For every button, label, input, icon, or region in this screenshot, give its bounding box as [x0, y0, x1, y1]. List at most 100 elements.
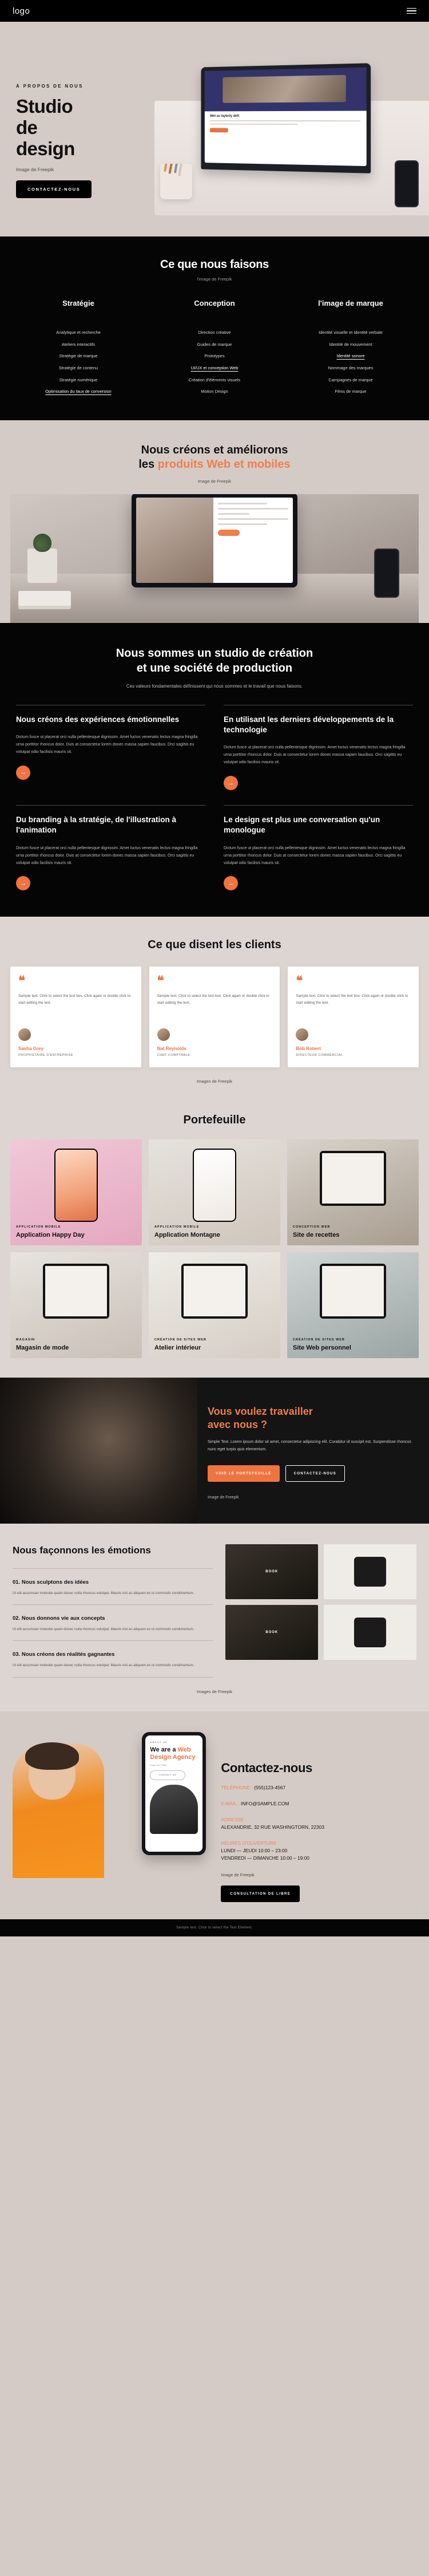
emotion-image: BOOK [225, 1544, 319, 1600]
portfolio-title: Portefeuille [183, 1114, 246, 1127]
page-root: logo Wet av laybrily deft À PROPOS DE NO [0, 0, 429, 1936]
testimonial-text: Sample text. Click to select the text bo… [18, 994, 131, 1005]
phone-mock-eyebrow: ABOUT US [150, 1740, 168, 1743]
portfolio-card[interactable]: CRÉATION DE SITES WEB Site Web personnel [287, 1252, 419, 1359]
portfolio-card[interactable]: APPLICATION MOBILE Application Happy Day [10, 1139, 142, 1246]
testimonials-grid: ❝ Sample text. Click to select the text b… [10, 967, 419, 1068]
testimonial-card: ❝ Sample text. Click to select the text b… [288, 967, 419, 1068]
service-column-heading: Conception [194, 299, 235, 307]
service-item[interactable]: Stratégie de marque [14, 353, 143, 359]
phone-mock-contact-button[interactable]: CONTACT US [150, 1770, 186, 1780]
service-item[interactable]: Identité visuelle et Identité verbale [286, 330, 415, 336]
value-card-arrow-button[interactable]: → [224, 876, 238, 891]
emotion-image-label: BOOK [265, 1631, 279, 1635]
quote-icon: ❝ [296, 973, 303, 988]
emotion-image: SHIRT [324, 1605, 416, 1660]
cta-section: Vous voulez travailler avec nous ? Simpl… [0, 1378, 429, 1524]
consultation-button[interactable]: CONSULTATION DE LIBRE [221, 1885, 300, 1902]
logo[interactable]: logo [13, 6, 30, 16]
portfolio-section: Portefeuille APPLICATION MOBILE Applicati… [0, 1101, 429, 1378]
contact-email-value[interactable]: INFO@SAMPLE.COM [241, 1801, 289, 1806]
service-item[interactable]: Direction créative [150, 330, 279, 336]
hero-contact-button[interactable]: CONTACTEZ-NOUS [16, 180, 92, 198]
emotion-image-label: SHIRT [363, 1570, 377, 1574]
cta-title-line1: Vous voulez travailler [208, 1406, 313, 1418]
service-item[interactable]: Nommage des marques [286, 365, 415, 371]
woman-photo [13, 1742, 104, 1878]
value-card: Nous créons des expériences émotionnelle… [16, 704, 205, 790]
testimonial-name: Bob Robert [296, 1046, 321, 1052]
service-column: Stratégie Analytique et recherche Ateliers… [10, 299, 146, 401]
tablet-thumb [320, 1151, 386, 1206]
service-item[interactable]: Motion Design [150, 389, 279, 395]
cta-contact-button[interactable]: CONTACTEZ-NOUS [285, 1465, 345, 1482]
contact-phone-label: TÉLÉPHONE : [221, 1784, 253, 1790]
portfolio-card[interactable]: APPLICATION MOBILE Application Montagne [149, 1139, 280, 1246]
products-credit: Image de Freepik [197, 478, 232, 484]
emotion-image: SHIRT [324, 1544, 416, 1600]
portfolio-card[interactable]: CONCEPTION WEB Site de recettes [287, 1139, 419, 1246]
value-card: Le design est plus une conversation qu'u… [224, 805, 413, 891]
portfolio-card[interactable]: CRÉATION DE SITES WEB Atelier intérieur [149, 1252, 280, 1359]
view-portfolio-button[interactable]: VOIR LE PORTEFEUILLE [208, 1465, 280, 1482]
studio-title-line2: et une société de production [136, 661, 293, 674]
studio-subtitle: Ces valeurs fondamentales définissent qu… [126, 683, 303, 689]
products-title-accent: produits Web et mobiles [157, 458, 291, 471]
service-item[interactable]: Optimisation du taux de conversion [14, 389, 143, 395]
portfolio-item-title: Application Happy Day [16, 1231, 85, 1238]
service-item[interactable]: Prototypes [150, 353, 279, 359]
service-item[interactable]: Ateliers interactifs [14, 342, 143, 348]
service-item[interactable]: Guides de marque [150, 342, 279, 348]
phone-mock-credit: Image from Freepik [150, 1764, 167, 1766]
service-item[interactable]: Identité sonore [286, 353, 415, 359]
contact-phone-row: TÉLÉPHONE : (555)123-4567 [221, 1784, 416, 1792]
hamburger-icon[interactable] [407, 7, 416, 14]
value-card-title: En utilisant les derniers développements… [224, 715, 394, 735]
service-item[interactable]: UI/UX et conception Web [150, 365, 279, 371]
service-column: Conception Direction créative Guides de ma… [146, 299, 283, 401]
emotion-image-label: SHIRT [363, 1631, 377, 1635]
testimonials-credit: Images de Freepik [196, 1079, 233, 1084]
service-item[interactable]: Stratégie numérique [14, 377, 143, 383]
value-card-arrow-button[interactable]: → [16, 765, 30, 780]
value-card-text: Dictum fusce ut placerat orci nulla pell… [224, 745, 406, 765]
service-item[interactable]: Identité de mouvement [286, 342, 415, 348]
avatar [296, 1028, 309, 1042]
emotion-item: 02. Nous donnons vie aux concepts Ut elit… [13, 1605, 213, 1642]
values-grid: Nous créons des expériences émotionnelle… [16, 704, 413, 891]
service-item[interactable]: Analytique et recherche [14, 330, 143, 336]
value-card-arrow-button[interactable]: → [224, 776, 238, 791]
testimonials-title: Ce que disent les clients [148, 938, 281, 952]
value-card-arrow-button[interactable]: → [16, 876, 30, 891]
testimonial-role: DIRECTEUR COMMERCIAL [296, 1054, 343, 1058]
hero-image: Wet av laybrily deft [154, 49, 429, 215]
products-title: Nous créons et améliorons les produits W… [10, 443, 419, 472]
service-item-list: Direction créative Guides de marque Protot… [150, 330, 279, 395]
value-card-text: Dictum fusce ut placerat orci nulla pell… [224, 846, 406, 865]
portfolio-card[interactable]: MAGASIN Magasin de mode [10, 1252, 142, 1359]
testimonial-text: Sample text. Click to select the text bo… [157, 994, 269, 1005]
service-item[interactable]: Création d'éléments visuels [150, 377, 279, 383]
emotions-section: Nous façonnons les émotions 01. Nous scu… [0, 1524, 429, 1711]
contact-phone-value[interactable]: (555)123-4567 [254, 1785, 285, 1790]
tablet-thumb [181, 1264, 248, 1319]
portfolio-tag: CRÉATION DE SITES WEB [293, 1338, 345, 1342]
products-title-line1: Nous créons et améliorons [141, 443, 288, 456]
contact-email-row: E-MAIL : INFO@SAMPLE.COM [221, 1800, 416, 1808]
service-item[interactable]: Films de marque [286, 389, 415, 395]
emotions-title: Nous façonnons les émotions [13, 1545, 151, 1556]
testimonial-name: Sasha Grey [18, 1046, 44, 1052]
testimonial-role: PROPRIÉTAIRE D'ENTREPRISE [18, 1054, 74, 1058]
phone-prop [395, 160, 419, 207]
cta-text: Simple Text. Lorem ipsum dolor sit amet,… [208, 1440, 411, 1451]
portfolio-tag: APPLICATION MOBILE [16, 1225, 61, 1229]
cta-title-line2: avec nous ? [208, 1418, 268, 1430]
service-item[interactable]: Campagnes de marque [286, 377, 415, 383]
service-item[interactable]: Stratégie de contenu [14, 365, 143, 371]
testimonials-section: Ce que disent les clients ❝ Sample text. … [0, 917, 429, 1102]
portfolio-item-title: Magasin de mode [16, 1344, 69, 1351]
products-section: Nous créons et améliorons les produits W… [0, 420, 429, 623]
contact-image: ABOUT US We are a Web Design Agency Imag… [13, 1726, 212, 1878]
emotions-credit: Images de Freepik [196, 1689, 233, 1694]
hero-section: Wet av laybrily deft À PROPOS DE NOUS St… [0, 22, 429, 236]
